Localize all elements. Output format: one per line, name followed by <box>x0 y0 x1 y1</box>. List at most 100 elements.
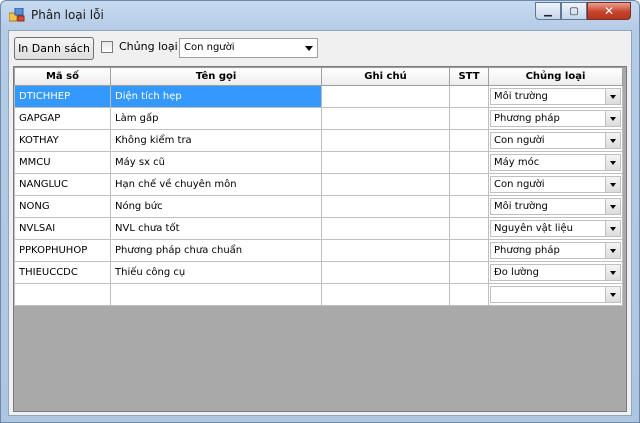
grid-table: Mã số Tên gọi Ghi chú STT Chủng loại DTI… <box>14 67 623 306</box>
cell-name[interactable]: Nóng bức <box>110 195 322 218</box>
cell-type: Phương pháp <box>488 107 623 130</box>
cell-type-value: Con người <box>494 135 545 146</box>
cell-name[interactable] <box>110 283 322 306</box>
cell-name[interactable]: Hạn chế về chuyên môn <box>110 173 322 196</box>
type-filter-combo[interactable]: Con người <box>179 38 318 58</box>
table-row[interactable]: THIEUCCDC Thiếu công cụ Đo lường <box>14 261 623 284</box>
cell-code[interactable]: THIEUCCDC <box>14 261 111 284</box>
cell-note[interactable] <box>321 173 450 196</box>
client-area: In Danh sách Chủng loại Con người Mã số … <box>8 30 632 416</box>
cell-type-combo[interactable]: Môi trường <box>490 88 621 105</box>
column-header-stt[interactable]: STT <box>449 67 489 86</box>
dropdown-arrow-icon[interactable] <box>605 265 620 280</box>
cell-name[interactable]: Thiếu công cụ <box>110 261 322 284</box>
cell-type: Môi trường <box>488 195 623 218</box>
cell-stt[interactable] <box>449 217 489 240</box>
cell-name[interactable]: Phương pháp chưa chuẩn <box>110 239 322 262</box>
minimize-button[interactable]: ▁ <box>535 2 561 20</box>
cell-stt[interactable] <box>449 283 489 306</box>
data-grid[interactable]: Mã số Tên gọi Ghi chú STT Chủng loại DTI… <box>13 66 627 412</box>
column-header-name[interactable]: Tên gọi <box>110 67 322 86</box>
table-row[interactable]: GAPGAP Làm gấp Phương pháp <box>14 107 623 130</box>
cell-stt[interactable] <box>449 261 489 284</box>
dropdown-arrow-icon[interactable] <box>605 287 620 302</box>
cell-code[interactable]: PPKOPHUHOP <box>14 239 111 262</box>
cell-type-value: Môi trường <box>494 91 548 102</box>
maximize-icon: ▢ <box>569 5 579 17</box>
title-bar[interactable]: Phân loại lỗi ▁ ▢ ✕ <box>1 1 639 29</box>
cell-type-combo[interactable]: Phương pháp <box>490 242 621 259</box>
cell-name[interactable]: Làm gấp <box>110 107 322 130</box>
cell-type: Phương pháp <box>488 239 623 262</box>
dropdown-arrow-icon[interactable] <box>605 155 620 170</box>
cell-note[interactable] <box>321 195 450 218</box>
cell-note[interactable] <box>321 85 450 108</box>
cell-note[interactable] <box>321 283 450 306</box>
cell-stt[interactable] <box>449 107 489 130</box>
type-filter-label: Chủng loại <box>119 40 178 53</box>
cell-type-combo[interactable]: Con người <box>490 132 621 149</box>
window-title: Phân loại lỗi <box>31 8 104 22</box>
cell-code[interactable]: MMCU <box>14 151 111 174</box>
cell-stt[interactable] <box>449 85 489 108</box>
cell-name[interactable]: Máy sx cũ <box>110 151 322 174</box>
dropdown-arrow-icon[interactable] <box>605 133 620 148</box>
cell-stt[interactable] <box>449 129 489 152</box>
table-row[interactable]: NONG Nóng bức Môi trường <box>14 195 623 218</box>
table-row[interactable]: NANGLUC Hạn chế về chuyên môn Con người <box>14 173 623 196</box>
cell-stt[interactable] <box>449 195 489 218</box>
cell-code[interactable]: NVLSAI <box>14 217 111 240</box>
column-header-note[interactable]: Ghi chú <box>321 67 450 86</box>
cell-code[interactable] <box>14 283 111 306</box>
cell-name[interactable]: NVL chưa tốt <box>110 217 322 240</box>
dropdown-arrow-icon[interactable] <box>605 89 620 104</box>
maximize-button[interactable]: ▢ <box>561 2 587 20</box>
dropdown-arrow-icon[interactable] <box>605 177 620 192</box>
dropdown-arrow-icon[interactable] <box>605 111 620 126</box>
dropdown-arrow-icon[interactable] <box>605 243 620 258</box>
cell-type: Con người <box>488 173 623 196</box>
table-row[interactable]: DTICHHEP Diện tích hẹp Môi trường <box>14 85 623 108</box>
cell-type-combo[interactable]: Phương pháp <box>490 110 621 127</box>
cell-type-combo[interactable]: Nguyên vật liệu <box>490 220 621 237</box>
cell-code[interactable]: KOTHAY <box>14 129 111 152</box>
cell-type-combo[interactable] <box>490 286 621 303</box>
dropdown-arrow-icon[interactable] <box>605 199 620 214</box>
cell-name[interactable]: Diện tích hẹp <box>110 85 322 108</box>
type-filter-checkbox[interactable] <box>101 41 113 53</box>
table-row[interactable]: PPKOPHUHOP Phương pháp chưa chuẩn Phương p… <box>14 239 623 262</box>
cell-code[interactable]: DTICHHEP <box>14 85 111 108</box>
table-row[interactable]: KOTHAY Không kiểm tra Con người <box>14 129 623 152</box>
cell-note[interactable] <box>321 217 450 240</box>
cell-name[interactable]: Không kiểm tra <box>110 129 322 152</box>
table-row[interactable] <box>14 283 623 306</box>
cell-note[interactable] <box>321 151 450 174</box>
cell-type-value: Máy móc <box>494 157 540 168</box>
cell-note[interactable] <box>321 261 450 284</box>
cell-stt[interactable] <box>449 151 489 174</box>
cell-type-value: Môi trường <box>494 201 548 212</box>
column-header-code[interactable]: Mã số <box>14 67 111 86</box>
cell-note[interactable] <box>321 129 450 152</box>
cell-type-value: Phương pháp <box>494 113 560 124</box>
table-row[interactable]: MMCU Máy sx cũ Máy móc <box>14 151 623 174</box>
cell-type <box>488 283 623 306</box>
cell-type-value: Đo lường <box>494 267 539 278</box>
cell-stt[interactable] <box>449 173 489 196</box>
close-button[interactable]: ✕ <box>587 2 631 20</box>
cell-code[interactable]: NONG <box>14 195 111 218</box>
cell-type-combo[interactable]: Môi trường <box>490 198 621 215</box>
cell-stt[interactable] <box>449 239 489 262</box>
cell-note[interactable] <box>321 107 450 130</box>
dropdown-arrow-icon[interactable] <box>605 221 620 236</box>
column-header-type[interactable]: Chủng loại <box>488 67 623 86</box>
cell-code[interactable]: NANGLUC <box>14 173 111 196</box>
cell-note[interactable] <box>321 239 450 262</box>
cell-code[interactable]: GAPGAP <box>14 107 111 130</box>
cell-type-combo[interactable]: Con người <box>490 176 621 193</box>
app-icon <box>9 8 25 22</box>
cell-type-combo[interactable]: Đo lường <box>490 264 621 281</box>
print-list-button[interactable]: In Danh sách <box>14 37 94 60</box>
cell-type-combo[interactable]: Máy móc <box>490 154 621 171</box>
table-row[interactable]: NVLSAI NVL chưa tốt Nguyên vật liệu <box>14 217 623 240</box>
